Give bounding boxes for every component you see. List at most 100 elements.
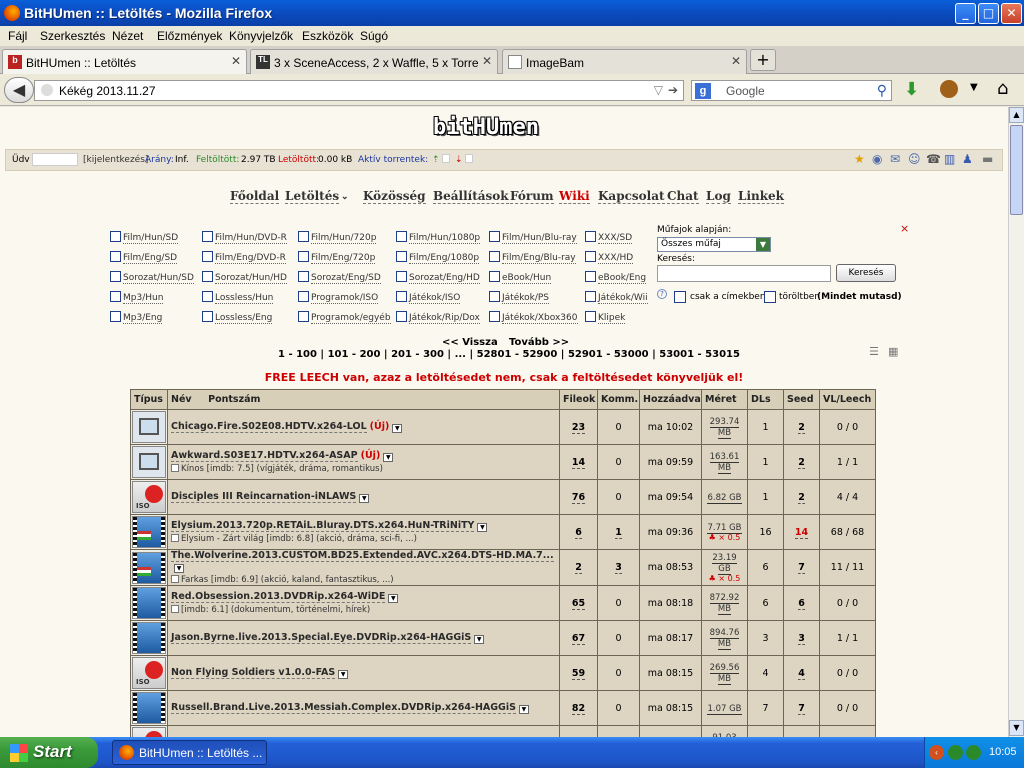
pager-range[interactable]: 1 - 100 (278, 349, 317, 360)
seed-cell[interactable]: 2 (783, 409, 820, 445)
game-category-icon[interactable]: ISO (132, 481, 166, 513)
bell-icon[interactable]: ♟ (962, 152, 973, 166)
nav-links[interactable]: Linkek (738, 189, 784, 204)
bookmark-star-icon[interactable]: ▽ (654, 83, 663, 97)
nav-chat[interactable]: Chat (667, 189, 699, 204)
files-cell[interactable]: 59 (559, 655, 598, 691)
seed-cell[interactable]: 7 (783, 549, 820, 586)
torrent-name-link[interactable]: The.Wolverine.2013.CUSTOM.BD25.Extended.… (171, 550, 554, 562)
category-filter[interactable]: Játékok/Wii (585, 291, 648, 304)
category-checkbox[interactable] (489, 291, 500, 302)
settings-icon[interactable]: ▬ (982, 152, 993, 166)
vl-leech-cell[interactable]: 1 / 1 (819, 620, 876, 656)
seed-cell[interactable]: 4 (783, 655, 820, 691)
seed-count[interactable]: 2 (798, 456, 805, 469)
nav-home[interactable]: Főoldal (230, 189, 280, 204)
search-input[interactable] (657, 265, 831, 282)
expand-icon[interactable]: ▼ (392, 424, 403, 433)
tv-category-icon[interactable] (132, 446, 166, 478)
category-checkbox[interactable] (110, 271, 121, 282)
table-row[interactable]: The.Wolverine.2013.CUSTOM.BD25.Extended.… (130, 549, 876, 586)
users-icon[interactable]: ☺ (908, 152, 921, 166)
names-only-checkbox[interactable] (674, 291, 686, 303)
table-row[interactable]: Russell.Brand.Live.2013.Messiah.Complex.… (130, 690, 876, 726)
category-checkbox[interactable] (396, 271, 407, 282)
category-checkbox[interactable] (489, 251, 500, 262)
pager-range[interactable]: ... (455, 349, 466, 360)
category-filter[interactable]: Film/Eng/720p (298, 251, 376, 264)
category-filter[interactable]: Klipek (585, 311, 626, 324)
expand-icon[interactable]: ▼ (338, 670, 349, 679)
search-button[interactable]: Keresés (836, 264, 896, 282)
close-tab-icon[interactable]: ✕ (231, 54, 241, 68)
type-cell[interactable] (130, 409, 168, 445)
files-count[interactable]: 2 (575, 562, 582, 574)
category-checkbox[interactable] (202, 311, 213, 322)
type-cell[interactable]: ISO (130, 655, 168, 691)
comments-count[interactable]: 1 (615, 526, 622, 539)
category-filter[interactable]: Film/Eng/Blu-ray (489, 251, 576, 264)
seed-count[interactable]: 6 (798, 597, 805, 610)
home-icon[interactable]: ⌂ (997, 78, 1008, 99)
google-icon[interactable]: g (695, 83, 711, 99)
magnifier-icon[interactable]: ⚲ (877, 82, 887, 99)
comments-cell[interactable]: 0 (597, 725, 640, 737)
category-filter[interactable]: Film/Eng/DVD-R (202, 251, 286, 264)
vl-leech-cell[interactable]: 1 / 1 (819, 444, 876, 480)
eye-icon[interactable]: ◉ (872, 152, 882, 166)
expand-icon[interactable]: ▼ (383, 453, 394, 462)
files-count[interactable]: 76 (571, 491, 586, 504)
category-checkbox[interactable] (396, 251, 407, 262)
nav-forum[interactable]: Fórum (510, 189, 554, 204)
site-logo[interactable]: bitHUmen (433, 115, 573, 143)
category-filter[interactable]: Játékok/Rip/Dox (396, 311, 480, 324)
nav-wiki[interactable]: Wiki (559, 189, 590, 204)
category-filter[interactable]: Sorozat/Hun/SD (110, 271, 194, 284)
menu-history[interactable]: Előzmények (157, 29, 222, 43)
category-checkbox[interactable] (298, 231, 309, 242)
category-checkbox[interactable] (110, 311, 121, 322)
back-button[interactable]: ◀ (4, 77, 34, 103)
table-row[interactable]: Elysium.2013.720p.RETAiL.Bluray.DTS.x264… (130, 514, 876, 550)
category-filter[interactable]: Film/Hun/SD (110, 231, 179, 244)
nav-community[interactable]: Közösség (363, 189, 426, 204)
close-filter-icon[interactable]: × (900, 222, 909, 235)
col-name[interactable]: Név Pontszám (167, 389, 560, 410)
table-row[interactable]: Awkward.S03E17.HDTV.x264-ASAP (Új) ▼ Kínos… (130, 444, 876, 480)
category-filter[interactable]: eBook/Hun (489, 271, 552, 284)
files-count[interactable]: 82 (571, 702, 586, 715)
category-filter[interactable]: Lossless/Eng (202, 311, 273, 324)
category-filter[interactable]: XXX/HD (585, 251, 634, 264)
col-comments[interactable]: Komm. (597, 389, 640, 410)
scroll-thumb[interactable] (1010, 125, 1023, 215)
menu-help[interactable]: Súgó (360, 29, 388, 43)
files-count[interactable]: 59 (571, 667, 586, 680)
comments-cell[interactable]: 0 (597, 690, 640, 726)
search-box[interactable]: g Google ⚲ (691, 80, 892, 101)
phone-icon[interactable]: ☎ (926, 152, 941, 166)
files-count[interactable]: 6 (575, 526, 582, 539)
files-count[interactable]: 14 (571, 456, 586, 469)
category-filter[interactable]: Film/Hun/Blu-ray (489, 231, 577, 244)
category-filter[interactable]: Sorozat/Eng/HD (396, 271, 480, 284)
comments-cell[interactable]: 0 (597, 585, 640, 621)
category-checkbox[interactable] (489, 271, 500, 282)
category-filter[interactable]: Programok/ISO (298, 291, 379, 304)
seed-cell[interactable]: 2 (783, 444, 820, 480)
col-score-label[interactable]: Pontszám (208, 394, 260, 405)
category-checkbox[interactable] (202, 291, 213, 302)
category-filter[interactable]: Programok/egyéb (298, 311, 391, 324)
minimize-button[interactable]: _ (955, 3, 976, 24)
username-box[interactable] (32, 153, 78, 166)
menu-view[interactable]: Nézet (112, 29, 143, 43)
table-row[interactable]: ISODeco Fever v3.5.3.44817-ZEKE▼220ma 08… (130, 725, 876, 737)
video-category-icon[interactable] (132, 622, 166, 654)
table-row[interactable]: Red.Obsession.2013.DVDRip.x264-WiDE ▼ [imd… (130, 585, 876, 621)
pager-range[interactable]: 52801 - 52900 (477, 349, 558, 360)
window-title-bar[interactable]: BitHUmen :: Letöltés - Mozilla Firefox _… (0, 0, 1024, 26)
comments-count[interactable]: 3 (615, 562, 622, 574)
category-checkbox[interactable] (110, 291, 121, 302)
mail-icon[interactable]: ✉ (890, 152, 900, 166)
category-checkbox[interactable] (585, 251, 596, 262)
col-added[interactable]: Hozzáadva (639, 389, 702, 410)
